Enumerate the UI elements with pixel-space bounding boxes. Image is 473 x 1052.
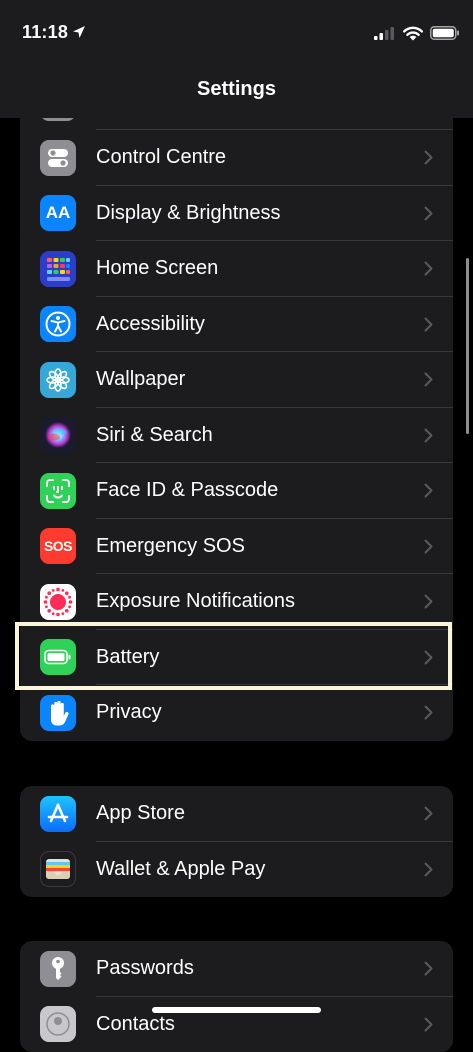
display-brightness-icon: AA (40, 195, 76, 231)
settings-row-label: Emergency SOS (96, 519, 245, 575)
navigation-bar: 11:18 Settings (0, 0, 473, 118)
sos-icon-text: SOS (44, 538, 72, 554)
exposure-notifications-icon (40, 584, 76, 620)
settings-row-app-store[interactable]: App Store (20, 786, 453, 842)
chevron-right-icon (424, 961, 433, 981)
chevron-right-icon (424, 150, 433, 170)
page-title: Settings (0, 78, 473, 101)
settings-row-label: Accessibility (96, 297, 205, 353)
control-centre-icon (40, 140, 76, 176)
settings-row-siri-search[interactable]: Siri & Search (20, 408, 453, 464)
cellular-signal-icon (374, 27, 396, 45)
settings-row-label: Face ID & Passcode (96, 463, 278, 519)
settings-row-wallpaper[interactable]: Wallpaper (20, 352, 453, 408)
settings-row-label: Display & Brightness (96, 186, 281, 242)
key-icon (40, 951, 76, 987)
chevron-right-icon (424, 862, 433, 882)
siri-icon (40, 417, 76, 453)
settings-row-privacy[interactable]: Privacy (20, 685, 453, 741)
status-bar: 11:18 (0, 0, 473, 66)
settings-row-label: Control Centre (96, 130, 226, 186)
settings-row-label: Home Screen (96, 241, 218, 297)
accessibility-icon (40, 306, 76, 342)
settings-row-face-id-passcode[interactable]: Face ID & Passcode (20, 463, 453, 519)
settings-row-home-screen[interactable]: Home Screen (20, 241, 453, 297)
chevron-right-icon (424, 539, 433, 559)
chevron-right-icon (424, 650, 433, 670)
settings-group-accounts: Passwords Contacts (20, 941, 453, 1052)
settings-row-passwords[interactable]: Passwords (20, 941, 453, 997)
settings-row-label: Privacy (96, 685, 162, 741)
location-arrow-icon (72, 25, 86, 44)
settings-row-battery[interactable]: Battery (20, 630, 453, 686)
wifi-icon (402, 25, 424, 46)
status-time: 11:18 (22, 22, 68, 43)
settings-row-display-brightness[interactable]: AA Display & Brightness (20, 186, 453, 242)
chevron-right-icon (424, 705, 433, 725)
settings-row-exposure-notifications[interactable]: Exposure Notifications (20, 574, 453, 630)
sos-icon: SOS (40, 528, 76, 564)
app-store-icon (40, 796, 76, 832)
home-indicator[interactable] (152, 1007, 321, 1013)
settings-row-label: Battery (96, 630, 159, 686)
settings-row-label: Wallpaper (96, 352, 185, 408)
settings-row-label: Passwords (96, 941, 194, 997)
settings-row-label: Wallet & Apple Pay (96, 842, 265, 898)
chevron-right-icon (424, 261, 433, 281)
chevron-right-icon (424, 372, 433, 392)
chevron-right-icon (424, 1017, 433, 1037)
wallet-icon (40, 851, 76, 887)
scrollbar[interactable] (466, 258, 469, 434)
settings-row-wallet-apple-pay[interactable]: Wallet & Apple Pay (20, 842, 453, 898)
settings-row-contacts[interactable]: Contacts (20, 997, 453, 1052)
settings-row-label: Contacts (96, 997, 175, 1052)
chevron-right-icon (424, 317, 433, 337)
settings-row-control-centre[interactable]: Control Centre (20, 130, 453, 186)
battery-icon (40, 639, 76, 675)
settings-group-general: Control Centre AA Display & Brightness H… (20, 103, 453, 741)
settings-row-emergency-sos[interactable]: SOS Emergency SOS (20, 519, 453, 575)
chevron-right-icon (424, 483, 433, 503)
chevron-right-icon (424, 806, 433, 826)
settings-row-label: App Store (96, 786, 185, 842)
wallpaper-icon (40, 362, 76, 398)
settings-row-label: Exposure Notifications (96, 574, 295, 630)
chevron-right-icon (424, 428, 433, 448)
chevron-right-icon (424, 206, 433, 226)
home-screen-icon (40, 251, 76, 287)
face-id-icon (40, 473, 76, 509)
settings-row-accessibility[interactable]: Accessibility (20, 297, 453, 353)
privacy-hand-icon (40, 695, 76, 731)
contacts-icon (40, 1006, 76, 1042)
chevron-right-icon (424, 594, 433, 614)
settings-row-label: Siri & Search (96, 408, 213, 464)
settings-group-store: App Store Wallet & Apple Pay (20, 786, 453, 897)
battery-status-icon (430, 26, 460, 45)
